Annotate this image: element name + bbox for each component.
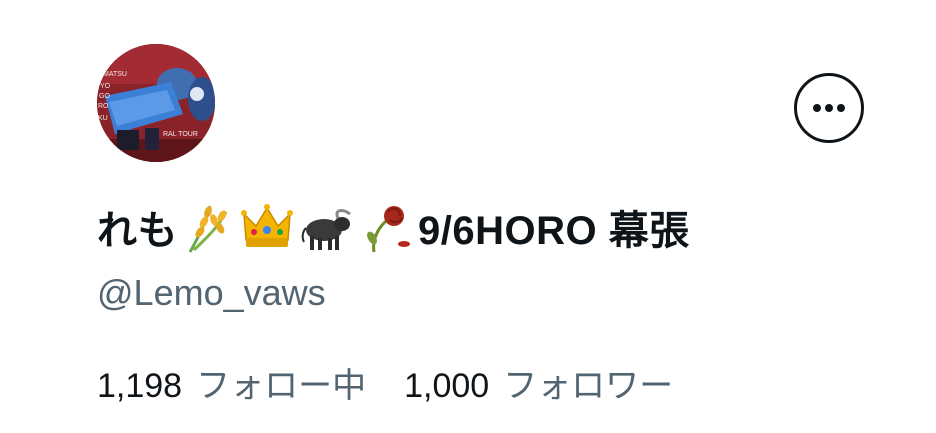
followers-link[interactable]: 1,000 フォロワー	[404, 358, 673, 407]
water-buffalo-icon	[300, 200, 354, 254]
more-options-button[interactable]	[794, 73, 864, 143]
avatar-image: MATSU YO GO RO KU RAL TOUR	[97, 44, 215, 162]
follow-stats: 1,198 フォロー中 1,000 フォロワー	[97, 358, 673, 407]
avatar-text-3: GO	[99, 93, 110, 100]
following-count: 1,198	[97, 367, 183, 405]
avatar-text-5: KU	[98, 115, 108, 122]
avatar[interactable]: MATSU YO GO RO KU RAL TOUR	[97, 44, 215, 162]
profile-header: MATSU YO GO RO KU RAL TOUR れも 9/6HORO 幕張…	[0, 0, 936, 433]
display-name-prefix: れも	[97, 209, 178, 253]
more-horizontal-icon	[813, 104, 845, 112]
followers-label: フォロワー	[503, 367, 674, 405]
avatar-text-2: YO	[100, 83, 111, 90]
avatar-text-1: MATSU	[103, 71, 127, 78]
followers-count: 1,000	[404, 367, 490, 405]
wilted-rose-icon	[360, 200, 414, 254]
following-label: フォロー中	[196, 367, 367, 405]
crown-icon	[240, 200, 294, 254]
user-handle: @Lemo_vaws	[97, 272, 326, 313]
avatar-text-6: RAL TOUR	[163, 131, 198, 138]
avatar-text-4: RO	[98, 103, 109, 110]
following-link[interactable]: 1,198 フォロー中	[97, 358, 366, 407]
rice-ear-icon	[180, 200, 234, 254]
display-name: れも 9/6HORO 幕張	[97, 197, 690, 257]
display-name-suffix: 9/6HORO 幕張	[418, 209, 690, 253]
